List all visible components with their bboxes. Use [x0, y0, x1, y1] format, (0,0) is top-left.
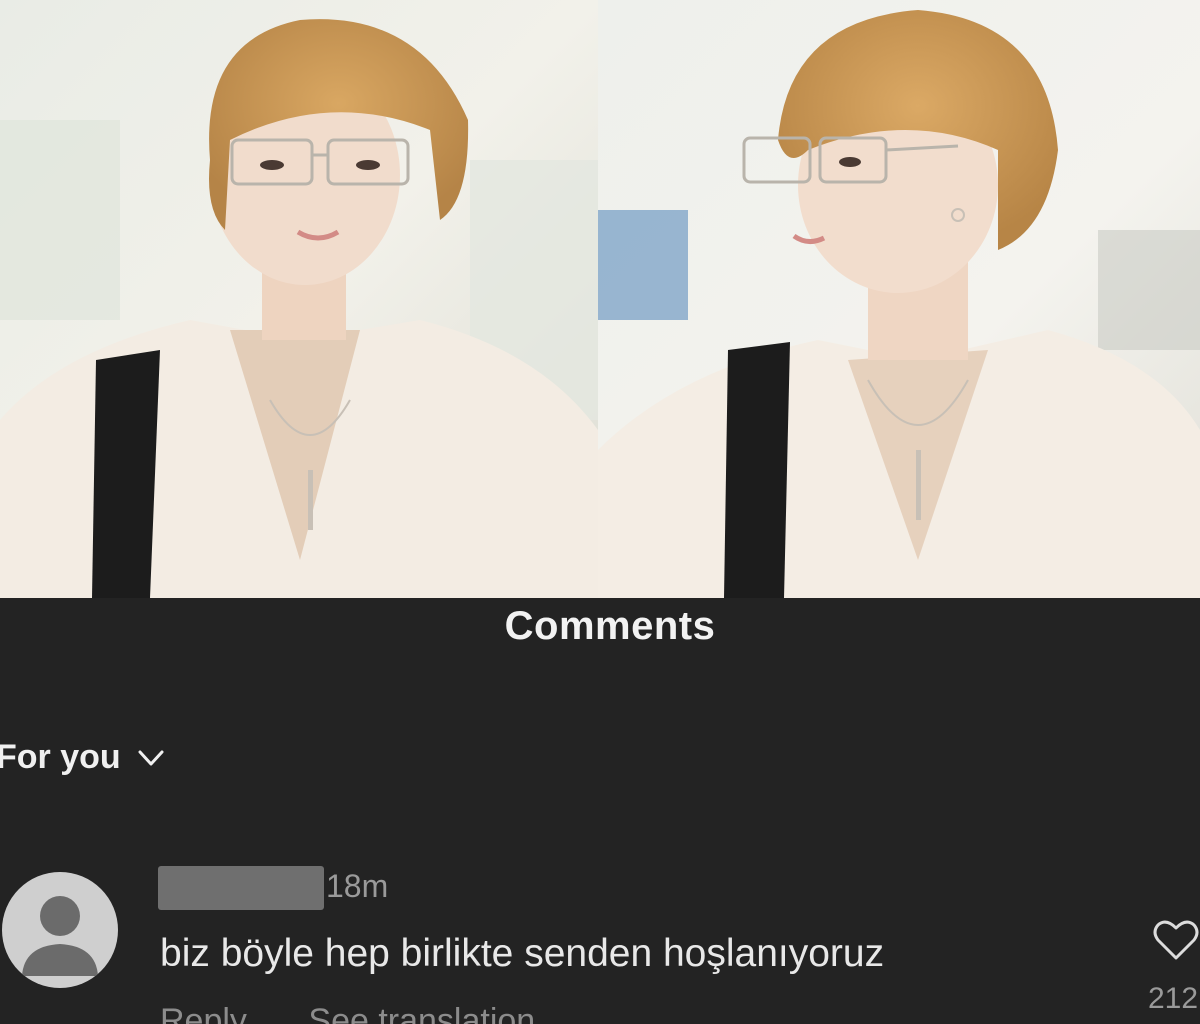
- like-count: 212: [1148, 982, 1199, 1015]
- comments-title: Comments: [504, 604, 716, 648]
- sort-dropdown[interactable]: For you: [0, 738, 165, 777]
- photo-collage: [0, 0, 1200, 598]
- reply-button[interactable]: Reply: [160, 1002, 247, 1024]
- photo-side-view: [598, 0, 1200, 598]
- default-avatar-icon[interactable]: [2, 872, 118, 988]
- heart-icon[interactable]: [1152, 918, 1200, 962]
- chevron-down-icon: [138, 750, 164, 765]
- see-translation-button[interactable]: See translation: [308, 1002, 535, 1024]
- comment-text: biz böyle hep birlikte senden hoşlanıyor…: [160, 932, 885, 975]
- comment-actions: Reply See translation: [160, 1002, 587, 1024]
- username-redacted: [158, 866, 324, 910]
- comment-timestamp: 18m: [326, 868, 389, 904]
- app-screen: Comments For you 18m biz böyle hep birli…: [0, 0, 1200, 1024]
- sort-label: For you: [0, 738, 121, 776]
- photo-front-view: [0, 0, 598, 598]
